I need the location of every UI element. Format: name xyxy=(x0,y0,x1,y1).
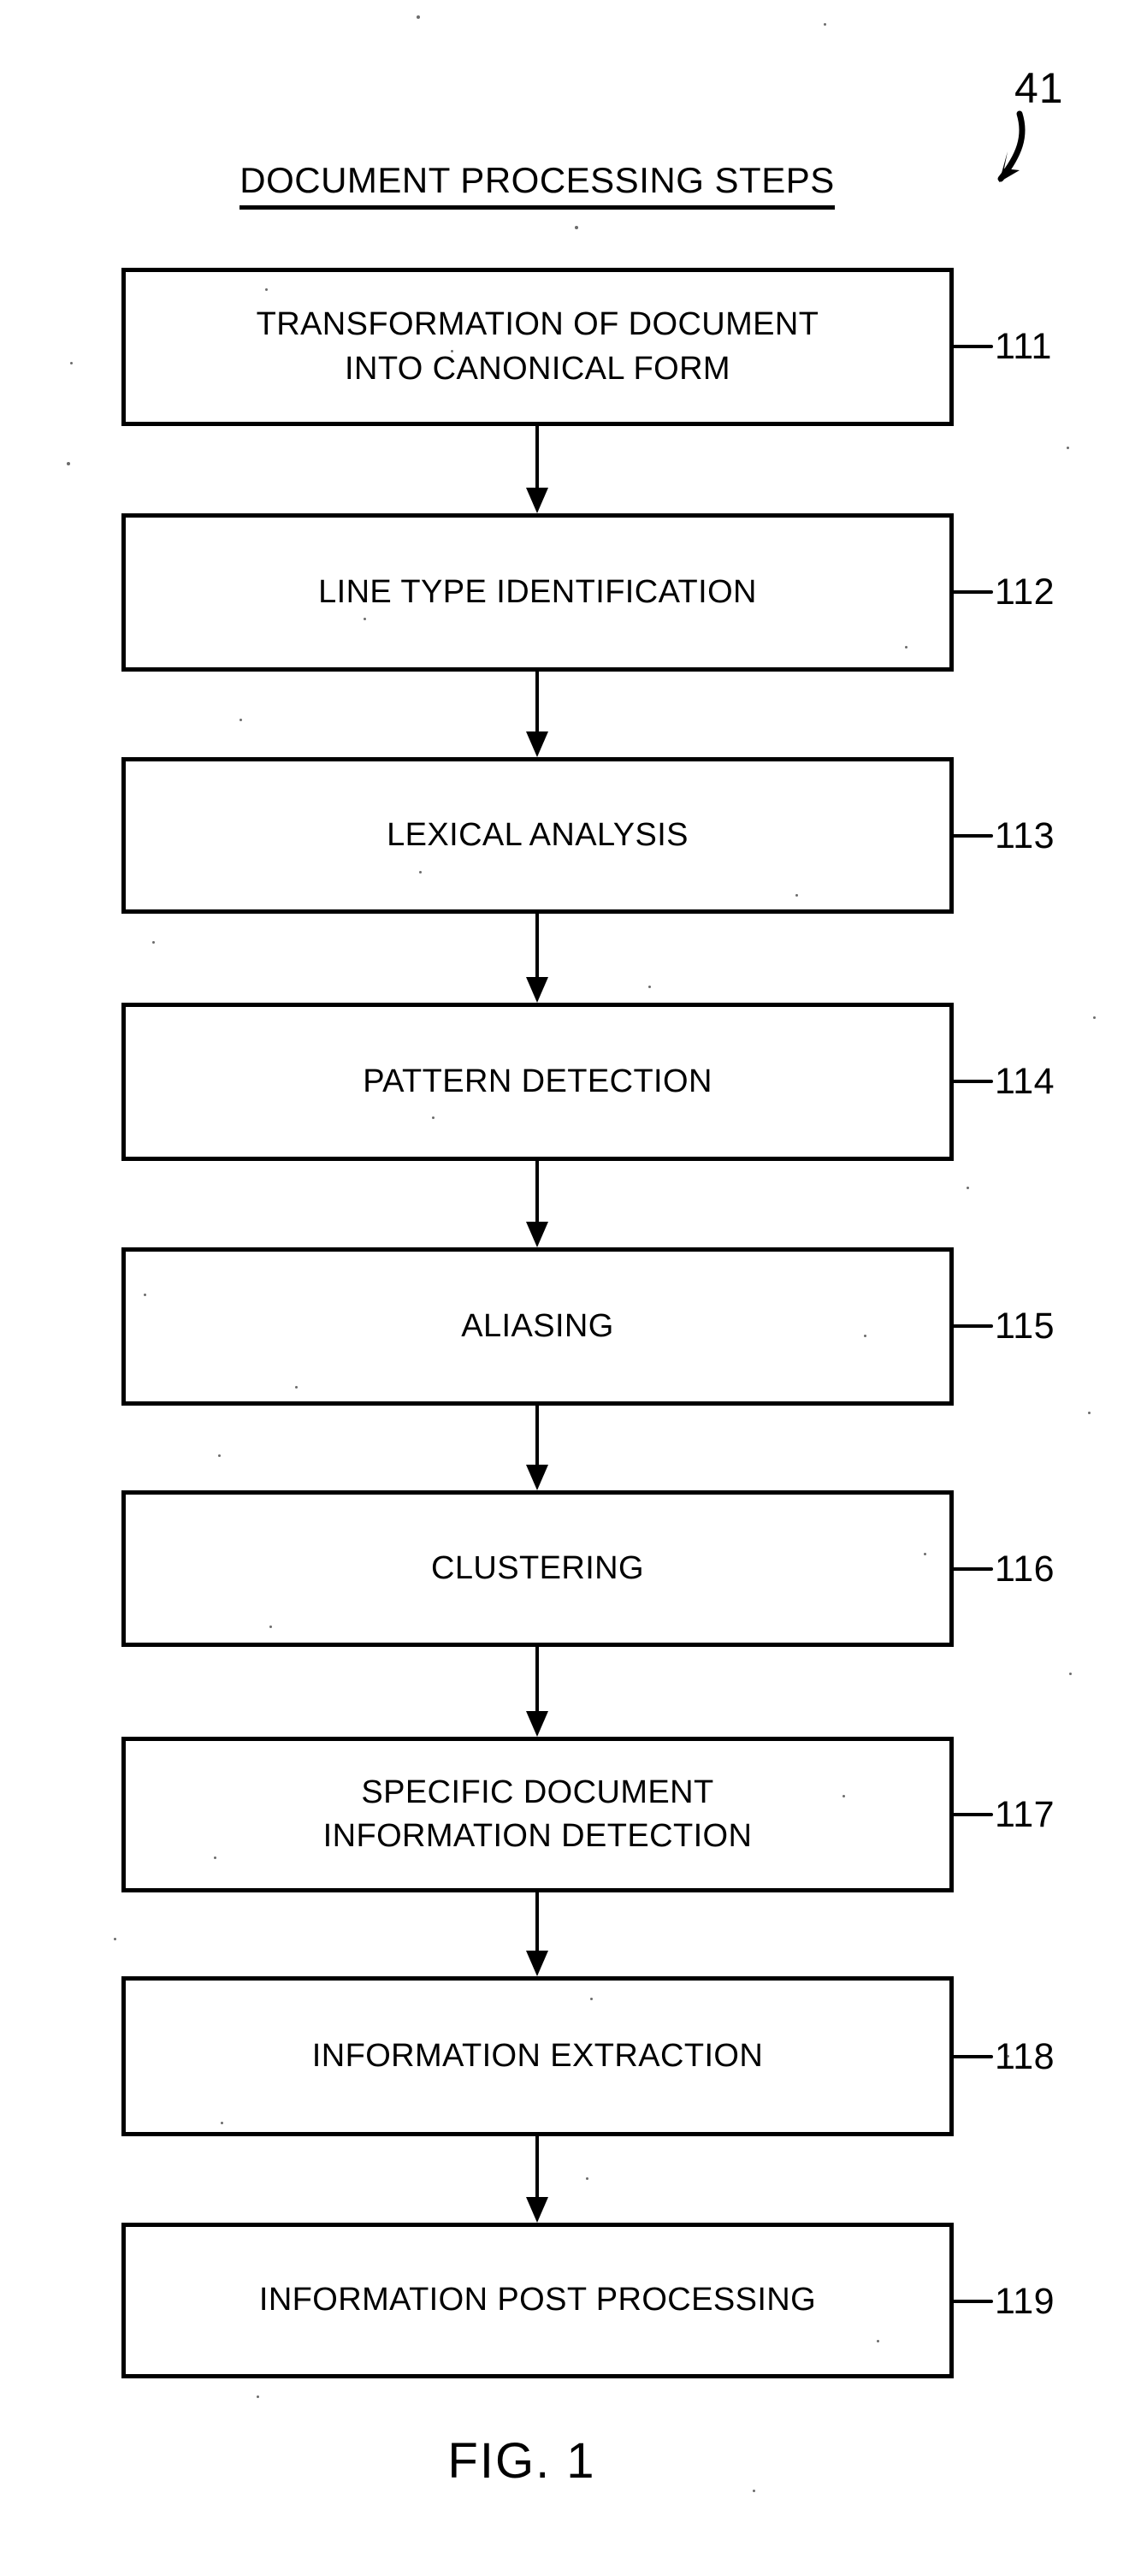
process-step-label: PATTERN DETECTION xyxy=(363,1063,712,1099)
process-step-reference: 112 xyxy=(952,571,1055,613)
diagram-title-text: DOCUMENT PROCESSING STEPS xyxy=(239,160,835,210)
reference-leader-line xyxy=(952,590,993,594)
process-step-label: ALIASING xyxy=(461,1307,614,1344)
reference-number: 111 xyxy=(995,325,1052,367)
scan-speckle xyxy=(843,1795,845,1797)
scan-speckle xyxy=(218,1454,221,1457)
process-step-reference: 114 xyxy=(952,1061,1055,1102)
scan-speckle xyxy=(214,1856,216,1859)
scan-speckle xyxy=(753,2490,755,2492)
scan-speckle xyxy=(795,894,798,897)
scan-speckle xyxy=(575,226,578,229)
flow-arrow-icon xyxy=(524,1892,550,1976)
process-step-label: LEXICAL ANALYSIS xyxy=(387,816,689,853)
scan-speckle xyxy=(152,941,155,944)
scan-speckle xyxy=(877,2340,879,2342)
reference-leader-line xyxy=(952,1080,993,1083)
scan-speckle xyxy=(1007,2055,1009,2058)
reference-leader-line xyxy=(952,2055,993,2058)
scan-speckle xyxy=(451,350,453,352)
reference-number: 113 xyxy=(995,814,1055,856)
scan-speckle xyxy=(114,1938,116,1940)
process-step-box: INFORMATION EXTRACTION xyxy=(121,1976,954,2136)
scan-speckle xyxy=(1093,1016,1096,1019)
process-step-box: SPECIFIC DOCUMENT INFORMATION DETECTION xyxy=(121,1737,954,1892)
reference-leader-line xyxy=(952,345,993,348)
process-step-box: LEXICAL ANALYSIS xyxy=(121,757,954,914)
scan-speckle xyxy=(1067,447,1069,449)
scan-speckle xyxy=(905,646,908,648)
process-step-reference: 116 xyxy=(952,1549,1055,1590)
scan-speckle xyxy=(648,986,651,988)
flow-arrow-icon xyxy=(524,426,550,513)
scan-speckle xyxy=(824,23,826,26)
figure-reference-numeral: 41 xyxy=(1014,64,1064,112)
process-step-box: INFORMATION POST PROCESSING xyxy=(121,2223,954,2378)
scan-speckle xyxy=(265,288,268,291)
process-step-label: SPECIFIC DOCUMENT INFORMATION DETECTION xyxy=(322,1774,753,1854)
process-step-label: INFORMATION POST PROCESSING xyxy=(258,2282,817,2318)
reference-leader-line xyxy=(952,2300,993,2303)
flow-arrow-icon xyxy=(524,1406,550,1490)
process-step-box: CLUSTERING xyxy=(121,1490,954,1647)
reference-number: 118 xyxy=(995,2035,1055,2077)
reference-number: 114 xyxy=(995,1060,1055,1102)
reference-number: 115 xyxy=(995,1305,1055,1347)
scan-speckle xyxy=(432,1116,435,1119)
flow-arrow-icon xyxy=(524,1647,550,1737)
patent-figure: 41 DOCUMENT PROCESSING STEPS TRANSFORMAT… xyxy=(0,0,1147,2576)
scan-speckle xyxy=(269,1626,272,1628)
process-step-label: LINE TYPE IDENTIFICATION xyxy=(318,573,757,610)
process-step-label: TRANSFORMATION OF DOCUMENT INTO CANONICA… xyxy=(256,306,819,387)
scan-speckle xyxy=(864,1335,866,1337)
scan-speckle xyxy=(590,1998,593,2000)
process-step-box: TRANSFORMATION OF DOCUMENT INTO CANONICA… xyxy=(121,268,954,426)
figure-caption: FIG. 1 xyxy=(447,2433,596,2489)
scan-speckle xyxy=(417,15,420,19)
reference-leader-line xyxy=(952,1813,993,1816)
process-step-reference: 111 xyxy=(952,326,1052,367)
process-step-box: ALIASING xyxy=(121,1247,954,1406)
scan-speckle xyxy=(364,618,366,620)
scan-speckle xyxy=(1069,1673,1072,1675)
reference-number: 117 xyxy=(995,1793,1055,1835)
scan-speckle xyxy=(419,871,422,873)
flow-arrow-icon xyxy=(524,1161,550,1247)
scan-speckle xyxy=(70,362,73,364)
process-step-reference: 118 xyxy=(952,2036,1055,2077)
flow-arrow-icon xyxy=(524,2136,550,2223)
process-step-reference: 115 xyxy=(952,1306,1055,1347)
flow-arrow-icon xyxy=(524,672,550,757)
scan-speckle xyxy=(967,1187,969,1189)
scan-speckle xyxy=(257,2395,259,2398)
process-step-box: PATTERN DETECTION xyxy=(121,1003,954,1161)
reference-leader-line xyxy=(952,1567,993,1571)
process-step-reference: 119 xyxy=(952,2281,1055,2322)
process-step-reference: 117 xyxy=(952,1794,1055,1835)
scan-speckle xyxy=(295,1386,298,1389)
diagram-title: DOCUMENT PROCESSING STEPS xyxy=(0,160,1074,210)
scan-speckle xyxy=(144,1294,146,1296)
scan-speckle xyxy=(586,2177,588,2180)
process-step-reference: 113 xyxy=(952,815,1055,856)
scan-speckle xyxy=(924,1553,926,1555)
reference-leader-line xyxy=(952,1324,993,1328)
scan-speckle xyxy=(239,719,242,721)
scan-speckle xyxy=(1088,1412,1091,1414)
reference-number: 119 xyxy=(995,2280,1055,2322)
reference-number: 112 xyxy=(995,571,1055,613)
process-step-label: CLUSTERING xyxy=(431,1549,644,1586)
reference-leader-line xyxy=(952,834,993,838)
flow-arrow-icon xyxy=(524,914,550,1003)
scan-speckle xyxy=(221,2122,223,2124)
reference-number: 116 xyxy=(995,1548,1055,1590)
process-step-label: INFORMATION EXTRACTION xyxy=(311,2037,764,2074)
process-step-box: LINE TYPE IDENTIFICATION xyxy=(121,513,954,672)
scan-speckle xyxy=(67,462,70,465)
